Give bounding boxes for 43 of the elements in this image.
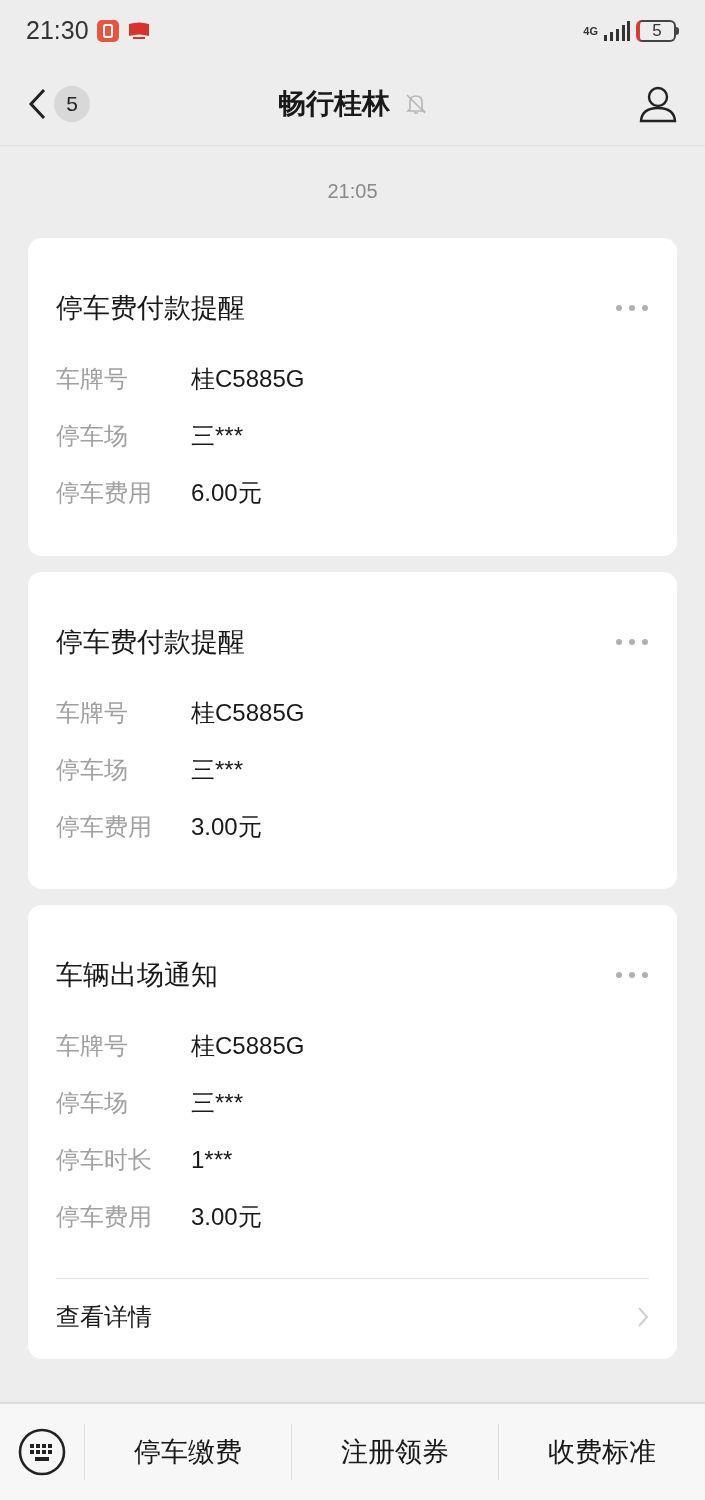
field-value: 桂C5885G: [191, 697, 305, 728]
chat-title: 畅行桂林: [277, 86, 390, 121]
field-value: 桂C5885G: [191, 364, 305, 394]
card-title: 停车费付款提醒: [56, 292, 245, 325]
message-card[interactable]: 停车费付款提醒 车牌号 桂C5885G 停车场 三*** 停车费用 3.00元: [28, 571, 677, 889]
field-label: 车牌号: [56, 364, 129, 394]
field-label: 停车费用: [56, 478, 153, 508]
menu-button[interactable]: 收费标准: [542, 1431, 662, 1473]
field-value: 1***: [191, 1145, 233, 1175]
battery-icon: 5: [636, 20, 679, 42]
message-time: 21:05: [327, 179, 378, 204]
card-title: 停车费付款提醒: [56, 625, 245, 659]
field-value: 三***: [191, 1088, 244, 1118]
field-label: 车牌号: [56, 697, 129, 728]
field-label: 停车场: [56, 1088, 129, 1118]
profile-icon[interactable]: [639, 84, 677, 123]
signal-icon: [604, 21, 630, 41]
details-link[interactable]: 查看详情: [56, 1277, 649, 1335]
field-value: 3.00元: [191, 811, 262, 842]
menu-button[interactable]: 停车缴费: [128, 1431, 248, 1473]
field-value: 3.00元: [191, 1202, 262, 1232]
field-value: 6.00元: [191, 478, 262, 508]
unread-count: 5: [54, 85, 90, 122]
field-label: 车牌号: [56, 1031, 129, 1061]
message-card[interactable]: 车辆出场通知 车牌号 桂C5885G 停车场 三*** 停车时长 1*** 停车费用 3.00元 查看详情: [28, 905, 677, 1359]
app-notification-icon: [96, 20, 119, 42]
menu-button[interactable]: 注册领券: [335, 1431, 455, 1473]
chevron-right-icon: [637, 1305, 649, 1328]
back-icon[interactable]: [28, 87, 46, 120]
network-type: 4G: [583, 25, 598, 37]
field-value: 三***: [191, 421, 244, 451]
field-value: 桂C5885G: [191, 1031, 305, 1061]
keyboard-icon[interactable]: [18, 1428, 66, 1476]
card-title: 车辆出场通知: [56, 959, 218, 992]
field-label: 停车时长: [56, 1145, 153, 1175]
message-card[interactable]: 停车费付款提醒 车牌号 桂C5885G 停车场 三*** 停车费用 6.00元: [28, 238, 677, 556]
field-value: 三***: [191, 754, 244, 785]
field-label: 停车场: [56, 421, 129, 451]
field-label: 停车费用: [56, 811, 153, 842]
app-notification-icon: [126, 21, 151, 41]
field-label: 停车场: [56, 754, 129, 785]
field-label: 停车费用: [56, 1202, 153, 1232]
status-time: 21:30: [26, 15, 89, 47]
